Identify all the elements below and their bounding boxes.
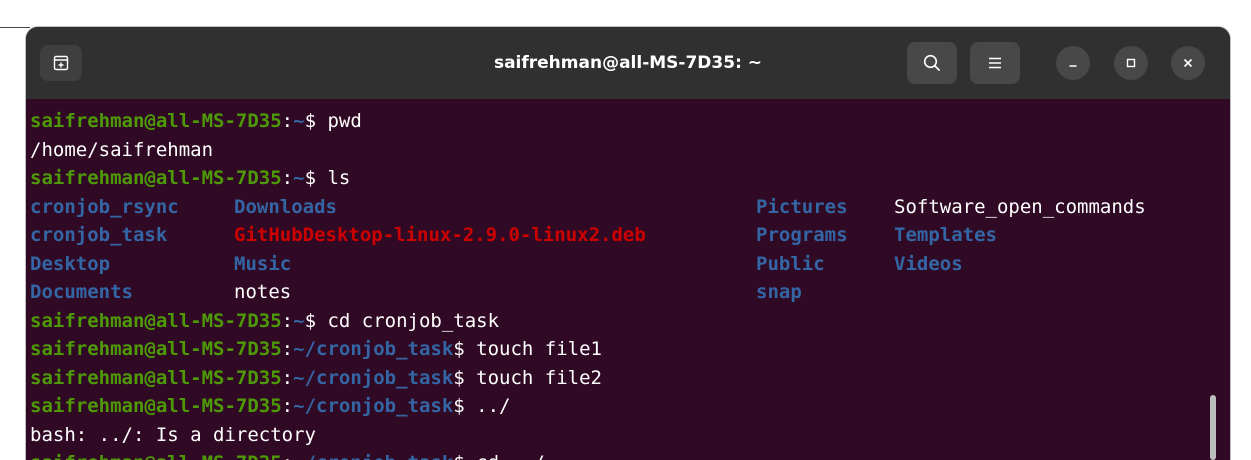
maximize-button[interactable] — [1114, 46, 1148, 80]
ls-entry-dir: Documents — [30, 281, 133, 303]
output-text: /home/saifrehman — [30, 138, 214, 161]
ls-entry-dir: cronjob_rsync — [30, 195, 179, 218]
prompt-dollar: $ — [453, 338, 477, 360]
ls-row: cronjob_rsync Downloads Pictures Software_o… — [30, 193, 1146, 222]
terminal-lines: saifrehman@all-MS-7D35: ~ $ pwd /home/saif… — [30, 107, 1146, 460]
terminal-line-dotdot: saifrehman@all-MS-7D35: ~/cronjob_task $ .… — [30, 392, 1146, 421]
prompt-user-host: saifrehman@all-MS-7D35 — [30, 110, 282, 132]
prompt-separator: : — [281, 167, 294, 189]
prompt-separator: : — [281, 366, 294, 389]
terminal-line-cd: saifrehman@all-MS-7D35: ~ $ cd cronjob_tas… — [30, 307, 1146, 336]
command-text: ../ — [476, 395, 511, 417]
prompt-separator: : — [281, 309, 294, 332]
prompt-separator: : — [282, 449, 293, 460]
title-bar[interactable]: saifrehman@all-MS-7D35: ~ — [26, 27, 1230, 99]
command-text: ls — [327, 167, 351, 189]
close-icon — [1183, 58, 1193, 68]
prompt-path: ~/cronjob_task — [293, 338, 454, 360]
maximize-icon — [1126, 58, 1136, 68]
ls-entry-dir: Desktop — [30, 252, 111, 275]
prompt-separator: : — [281, 110, 294, 132]
prompt-dollar: $ — [304, 110, 328, 132]
prompt-dollar: $ — [453, 395, 477, 417]
terminal-line-output: /home/saifrehman — [30, 136, 1146, 165]
ls-entry-dir: Pictures — [756, 195, 848, 218]
ls-entry-dir: Downloads — [234, 195, 337, 218]
menu-button[interactable] — [970, 42, 1020, 84]
prompt-separator: : — [281, 338, 294, 360]
ls-entry-dir: Templates — [894, 224, 997, 246]
ls-entry-archive: GitHubDesktop-linux-2.9.0-linux2.deb — [234, 224, 646, 246]
minimize-button[interactable] — [1056, 46, 1090, 80]
minimize-icon — [1069, 65, 1077, 67]
prompt-user-host: saifrehman@all-MS-7D35 — [30, 449, 282, 460]
terminal-line-error: bash: ../: Is a directory — [30, 421, 1146, 450]
ls-entry-dir: Public — [756, 252, 825, 275]
terminal-window: saifrehman@all-MS-7D35: ~ saifrehman@all… — [26, 27, 1230, 460]
prompt-user-host: saifrehman@all-MS-7D35 — [30, 395, 282, 417]
prompt-user-host: saifrehman@all-MS-7D35 — [30, 338, 282, 360]
ls-entry-file: notes — [234, 281, 292, 303]
prompt-user-host: saifrehman@all-MS-7D35 — [30, 309, 282, 332]
ls-entry-dir: cronjob_task — [30, 224, 168, 246]
new-tab-icon — [53, 55, 69, 71]
error-text: bash: ../: Is a directory — [30, 423, 316, 446]
prompt-dollar: $ — [453, 449, 476, 460]
new-tab-button[interactable] — [40, 45, 82, 81]
ls-row: Desktop Music Public Videos — [30, 250, 1146, 279]
prompt-dollar: $ — [304, 309, 328, 332]
prompt-path: ~/cronjob_task — [293, 449, 453, 460]
prompt-path: ~ — [293, 309, 305, 332]
search-icon — [923, 54, 940, 71]
prompt-separator: : — [281, 395, 294, 417]
prompt-dollar: $ — [453, 366, 477, 389]
ls-row: cronjob_task GitHubDesktop-linux-2.9.0-li… — [30, 221, 1146, 250]
close-button[interactable] — [1171, 46, 1205, 80]
prompt-path: ~/cronjob_task — [293, 395, 454, 417]
command-text: touch file1 — [476, 338, 603, 360]
prompt-user-host: saifrehman@all-MS-7D35 — [30, 167, 282, 189]
terminal-line-ls: saifrehman@all-MS-7D35: ~ $ ls — [30, 164, 1146, 193]
ls-entry-dir: Music — [234, 252, 292, 275]
hamburger-menu-icon — [989, 57, 1001, 69]
prompt-user-host: saifrehman@all-MS-7D35 — [30, 366, 282, 389]
command-text: cd ../ — [476, 449, 545, 460]
prompt-path: ~/cronjob_task — [293, 366, 454, 389]
ls-entry-file: Software_open_commands — [894, 195, 1146, 218]
command-text: pwd — [327, 110, 362, 132]
ls-entry-dir: Videos — [894, 252, 963, 275]
scrollbar-thumb[interactable] — [1210, 395, 1216, 460]
ls-entry-dir: Programs — [756, 224, 848, 246]
prompt-path: ~ — [293, 167, 305, 189]
prompt-path: ~ — [293, 110, 305, 132]
search-button[interactable] — [907, 42, 957, 84]
terminal-line-cd-up: saifrehman@all-MS-7D35:~/cronjob_task$ c… — [30, 449, 1146, 460]
prompt-dollar: $ — [304, 167, 328, 189]
ls-row: Documents notes snap — [30, 278, 1146, 307]
terminal-line-pwd: saifrehman@all-MS-7D35: ~ $ pwd — [30, 107, 1146, 136]
terminal-line-touch: saifrehman@all-MS-7D35: ~/cronjob_task $ t… — [30, 364, 1146, 393]
window-title: saifrehman@all-MS-7D35: ~ — [493, 53, 763, 73]
terminal-line-touch: saifrehman@all-MS-7D35: ~/cronjob_task $ t… — [30, 335, 1146, 364]
screen: saifrehman@all-MS-7D35: ~ saifrehman@all… — [0, 0, 1251, 460]
terminal-output[interactable]: saifrehman@all-MS-7D35: ~ $ pwd /home/saif… — [26, 99, 1230, 460]
ls-entry-dir: snap — [756, 281, 802, 303]
command-text: touch file2 — [476, 366, 603, 389]
command-text: cd cronjob_task — [327, 309, 500, 332]
